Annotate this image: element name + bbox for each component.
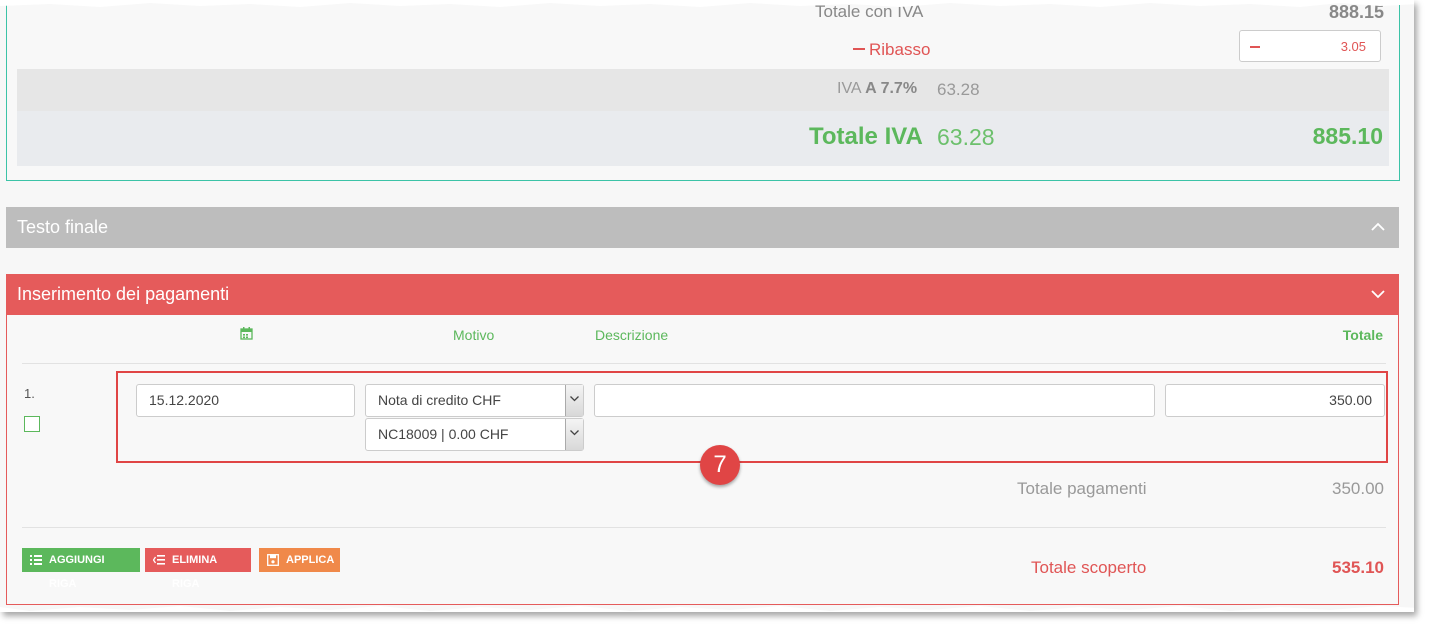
column-motivo: Motivo [453, 327, 495, 343]
totale-iva-label: Totale IVA [809, 123, 923, 150]
torn-edge-bottom [0, 606, 1414, 612]
ribasso-input[interactable]: 3.05 [1239, 30, 1381, 62]
highlight-annotation-box [116, 371, 1388, 463]
testo-finale-title: Testo finale [17, 217, 109, 237]
save-icon [267, 554, 279, 566]
iva-row: IVA A 7.7% 63.28 [17, 69, 1389, 111]
apply-button[interactable]: APPLICA [259, 548, 340, 572]
row-number: 1. [24, 386, 35, 401]
add-row-icon [30, 555, 42, 565]
chevron-up-icon [1371, 222, 1385, 231]
ribasso-label: Ribasso [853, 40, 930, 60]
delete-row-icon [153, 555, 165, 565]
totale-pagamenti-label: Totale pagamenti [1017, 479, 1147, 498]
pagamenti-title: Inserimento dei pagamenti [17, 284, 230, 304]
add-row-button[interactable]: AGGIUNGI RIGA [22, 548, 140, 590]
chevron-down-icon [1371, 290, 1385, 299]
minus-icon [1250, 46, 1260, 48]
minus-icon [853, 47, 865, 50]
testo-finale-header[interactable]: Testo finale [6, 207, 1399, 248]
pagamenti-header[interactable]: Inserimento dei pagamenti [6, 274, 1399, 315]
ribasso-value: 3.05 [1340, 39, 1366, 54]
totale-scoperto-label: Totale scoperto [1031, 558, 1147, 577]
delete-row-label: ELIMINA RIGA [172, 554, 217, 590]
grand-total: 885.10 [1312, 123, 1383, 149]
totale-pagamenti-value: 350.00 [1332, 479, 1384, 498]
ribasso-label-text: Ribasso [869, 40, 931, 59]
totale-scoperto-value: 535.10 [1332, 558, 1384, 577]
add-row-label: AGGIUNGI RIGA [49, 554, 105, 590]
callout-badge: 7 [700, 445, 740, 485]
iva-value: 63.28 [937, 80, 980, 99]
delete-row-button[interactable]: ELIMINA RIGA [145, 548, 251, 590]
iva-prefix: IVA [837, 80, 861, 97]
row-checkbox[interactable] [24, 416, 40, 432]
column-descrizione: Descrizione [595, 327, 669, 343]
divider [22, 363, 1386, 364]
iva-label: IVA A 7.7% [837, 80, 917, 98]
torn-edge-top [0, 0, 1414, 7]
calendar-icon [240, 327, 253, 340]
totale-iva-row: Totale IVA 63.28 885.10 [17, 111, 1389, 166]
iva-rate: A 7.7% [865, 80, 918, 97]
payments-panel: Motivo Descrizione Totale 1. 15.12.2020 … [6, 315, 1399, 605]
divider [22, 527, 1386, 528]
totale-iva-value: 63.28 [937, 124, 995, 150]
apply-label: APPLICA [286, 554, 335, 566]
screenshot-frame: Totale con IVA 888.15 Ribasso 3.05 IVA A… [0, 0, 1414, 612]
totals-panel: Totale con IVA 888.15 Ribasso 3.05 IVA A… [6, 0, 1400, 181]
column-totale: Totale [1342, 327, 1383, 343]
